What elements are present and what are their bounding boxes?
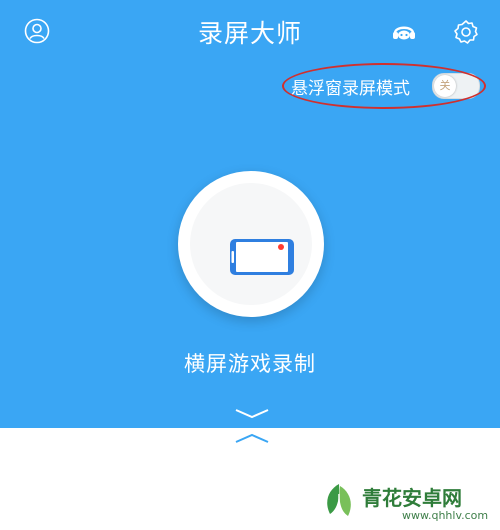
gear-icon: [454, 20, 478, 44]
leaf-logo-icon: [327, 484, 351, 518]
watermark-url: www.qhhlv.com: [402, 509, 489, 522]
main-panel: 录屏大师 悬浮窗录屏模式 关 横屏游戏录制: [0, 0, 500, 428]
support-button[interactable]: [390, 18, 418, 46]
landscape-phone-icon: [230, 239, 294, 275]
chevron-up-icon[interactable]: [234, 432, 270, 444]
headset-icon: [393, 26, 415, 40]
site-watermark: 青花安卓网 www.qhhlv.com: [318, 478, 498, 528]
chevron-down-icon[interactable]: [234, 408, 270, 420]
settings-button[interactable]: [452, 18, 480, 46]
landscape-record-button[interactable]: [178, 171, 324, 317]
watermark-name: 青花安卓网: [362, 486, 462, 510]
record-button-inner: [190, 183, 312, 305]
red-annotation-ellipse: [282, 63, 486, 109]
screen-recorder-app: 录屏大师 悬浮窗录屏模式 关 横屏游戏录制 青花安卓网 www.qhhlv.co…: [0, 0, 500, 530]
landscape-record-label: 横屏游戏录制: [184, 352, 316, 376]
app-title: 录屏大师: [197, 19, 302, 48]
